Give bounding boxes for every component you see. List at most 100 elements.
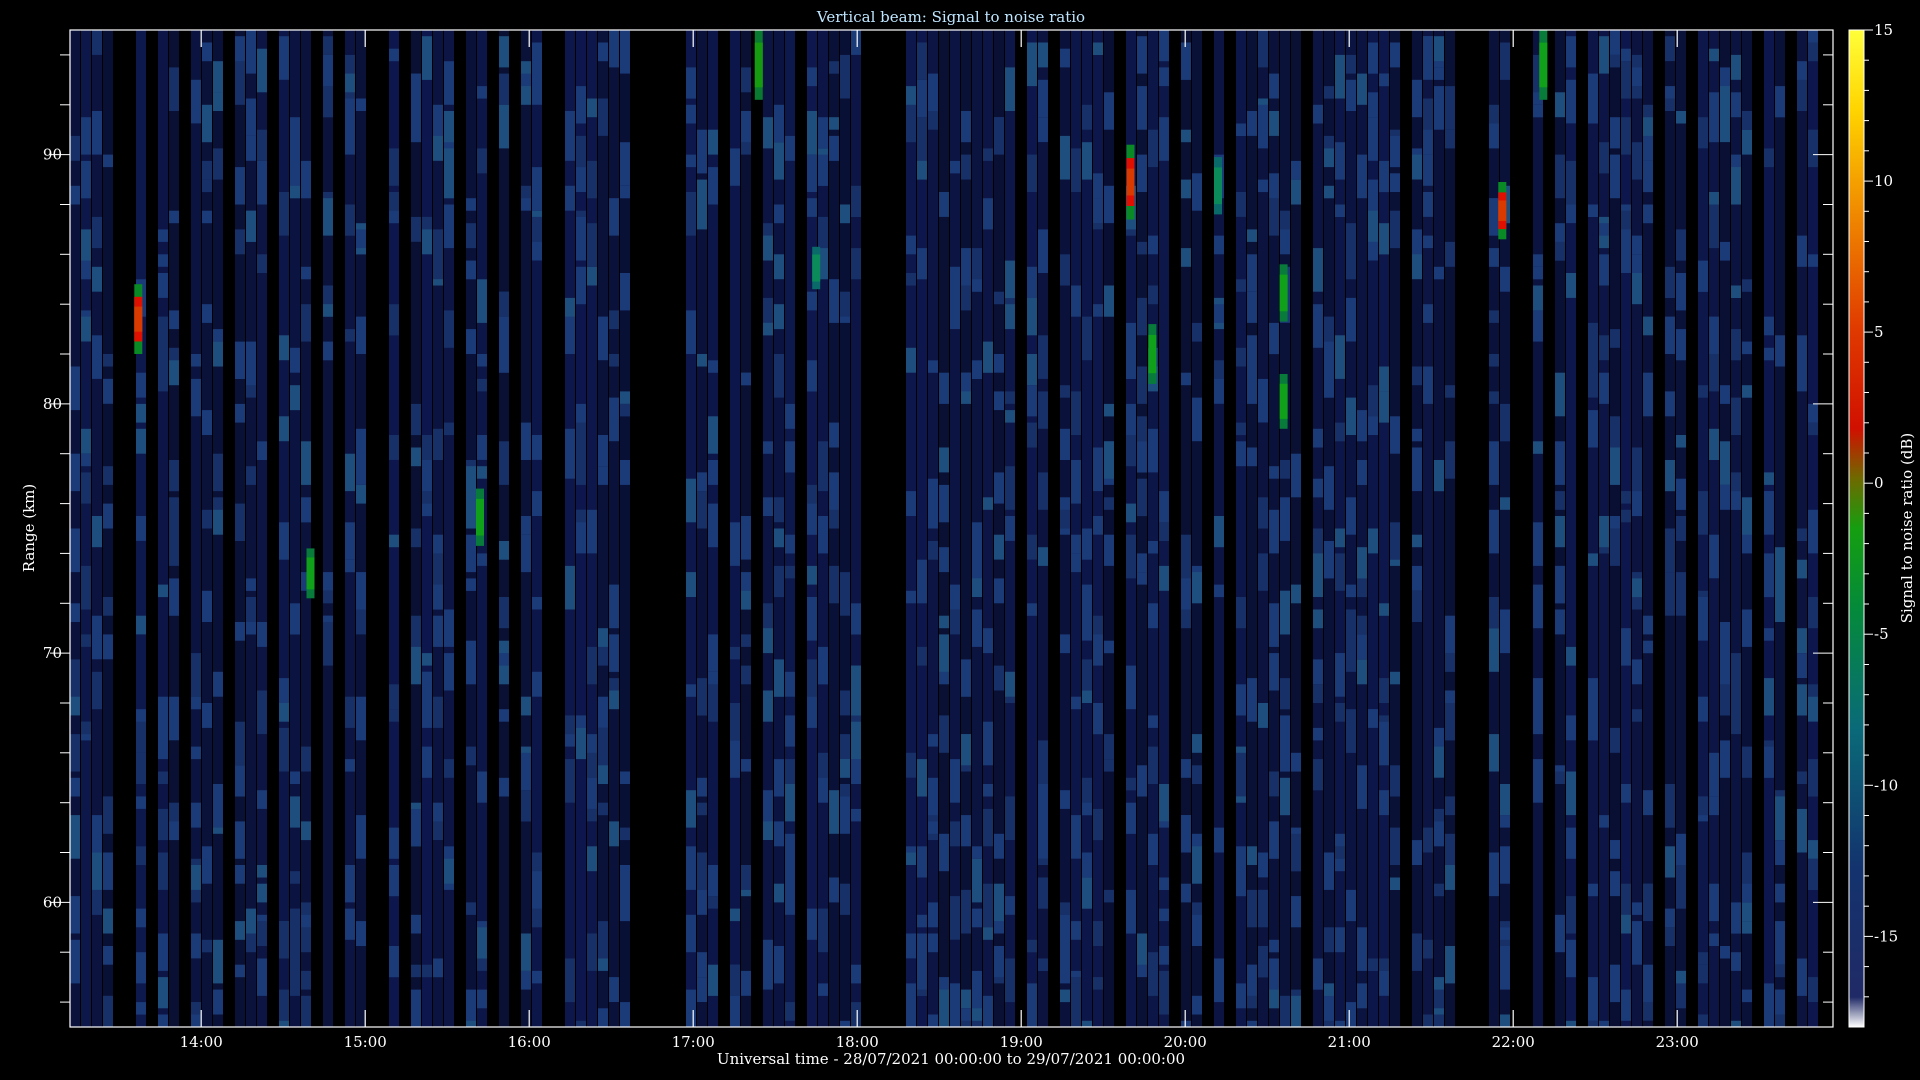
heatmap-cell xyxy=(389,148,399,186)
heatmap-cell xyxy=(81,634,91,647)
heatmap-cell xyxy=(1610,964,1620,1003)
heatmap-cell xyxy=(1445,833,1455,865)
heatmap-column xyxy=(1379,30,1389,1027)
heatmap-cell xyxy=(609,416,619,435)
x-tick-label: 15:00 xyxy=(344,1033,387,1051)
heatmap-cell xyxy=(499,709,509,722)
heatmap-cell xyxy=(213,939,223,984)
heatmap-cell xyxy=(411,403,421,436)
heatmap-cell xyxy=(1346,721,1356,753)
heatmap-cell xyxy=(1698,964,1708,984)
heatmap-cell xyxy=(983,628,993,654)
heatmap-cell xyxy=(433,958,443,978)
echo-core xyxy=(1279,383,1288,419)
heatmap-cell xyxy=(246,135,256,161)
heatmap-cell xyxy=(1533,104,1543,118)
heatmap-cell xyxy=(191,653,201,697)
x-tick-label: 16:00 xyxy=(508,1033,551,1051)
heatmap-cell xyxy=(1159,522,1169,541)
heatmap-cell xyxy=(158,852,168,890)
heatmap-cell xyxy=(191,746,201,760)
heatmap-cell xyxy=(1379,391,1389,423)
heatmap-cell xyxy=(1643,883,1653,915)
heatmap-cell xyxy=(983,995,993,1027)
heatmap-cell xyxy=(213,671,223,697)
heatmap-cell xyxy=(1236,279,1246,292)
heatmap-cell xyxy=(235,721,245,766)
heatmap-cell xyxy=(576,1020,586,1027)
heatmap-cell xyxy=(532,42,542,74)
heatmap-cell xyxy=(1060,135,1070,180)
heatmap-cell xyxy=(202,111,212,143)
heatmap-cell xyxy=(389,304,399,336)
heatmap-cell xyxy=(1192,173,1202,211)
heatmap-cell xyxy=(1423,1014,1433,1027)
heatmap-cell xyxy=(994,578,1004,604)
heatmap-cell xyxy=(1346,54,1356,74)
heatmap-cell xyxy=(1269,603,1279,647)
heatmap-cell xyxy=(1566,939,1576,978)
heatmap-cell xyxy=(1555,771,1565,784)
heatmap-cell xyxy=(1126,534,1136,573)
heatmap-cell xyxy=(1258,946,1268,978)
heatmap-cell xyxy=(686,790,696,828)
heatmap-cell xyxy=(1588,678,1598,716)
heatmap-cell xyxy=(1632,142,1642,180)
heatmap-cell xyxy=(1610,329,1620,348)
heatmap-cell xyxy=(1742,883,1752,903)
heatmap-cell xyxy=(389,684,399,710)
heatmap-cell xyxy=(1588,553,1598,566)
heatmap-cell xyxy=(103,503,113,529)
heatmap-cell xyxy=(1676,572,1686,616)
heatmap-cell xyxy=(477,378,487,392)
heatmap-cell xyxy=(290,958,300,996)
heatmap-cell xyxy=(1313,659,1323,685)
heatmap-cell xyxy=(1214,516,1224,548)
heatmap-cell xyxy=(158,273,168,298)
heatmap-cell xyxy=(851,30,861,55)
heatmap-cell xyxy=(818,154,828,186)
heatmap-cell xyxy=(1434,266,1444,280)
heatmap-cell xyxy=(939,192,949,217)
heatmap-cell xyxy=(708,684,718,722)
heatmap-cell xyxy=(829,565,839,604)
heatmap-cell xyxy=(1104,403,1114,417)
heatmap-cell xyxy=(521,808,531,822)
heatmap-cell xyxy=(1082,316,1092,361)
heatmap-cell xyxy=(609,640,619,672)
heatmap-cell xyxy=(730,148,740,186)
heatmap-cell xyxy=(1808,42,1818,62)
heatmap-cell xyxy=(785,135,795,161)
echo-mark xyxy=(476,488,484,546)
heatmap-cell xyxy=(532,167,542,211)
heatmap-cell xyxy=(730,746,740,760)
heatmap-cell xyxy=(521,534,531,573)
heatmap-cell xyxy=(1214,360,1224,379)
y-tick-label: 70 xyxy=(43,644,62,662)
heatmap-cell xyxy=(136,1002,146,1015)
heatmap-cell xyxy=(444,609,454,647)
heatmap-cell xyxy=(158,584,168,598)
heatmap-column xyxy=(70,30,80,1027)
heatmap-cell xyxy=(686,478,696,523)
heatmap-cell xyxy=(1445,86,1455,99)
heatmap-cell xyxy=(961,1008,971,1027)
heatmap-cell xyxy=(1500,266,1510,292)
heatmap-cell xyxy=(235,503,245,541)
heatmap-cell xyxy=(1313,609,1323,629)
heatmap-cell xyxy=(961,989,971,1009)
heatmap-cell xyxy=(136,952,146,984)
heatmap-cell xyxy=(1445,241,1455,267)
heatmap-cell xyxy=(1159,970,1169,1015)
heatmap-cell xyxy=(1247,360,1257,404)
heatmap-cell xyxy=(466,491,476,529)
heatmap-cell xyxy=(840,572,850,616)
heatmap-cell xyxy=(1060,385,1070,398)
heatmap-cell xyxy=(741,67,751,93)
heatmap-cell xyxy=(1434,30,1444,1027)
heatmap-cell xyxy=(774,142,784,180)
heatmap-cell xyxy=(213,92,223,111)
heatmap-column xyxy=(785,30,795,1027)
heatmap-cell xyxy=(1258,553,1268,591)
heatmap-cell xyxy=(609,198,619,236)
